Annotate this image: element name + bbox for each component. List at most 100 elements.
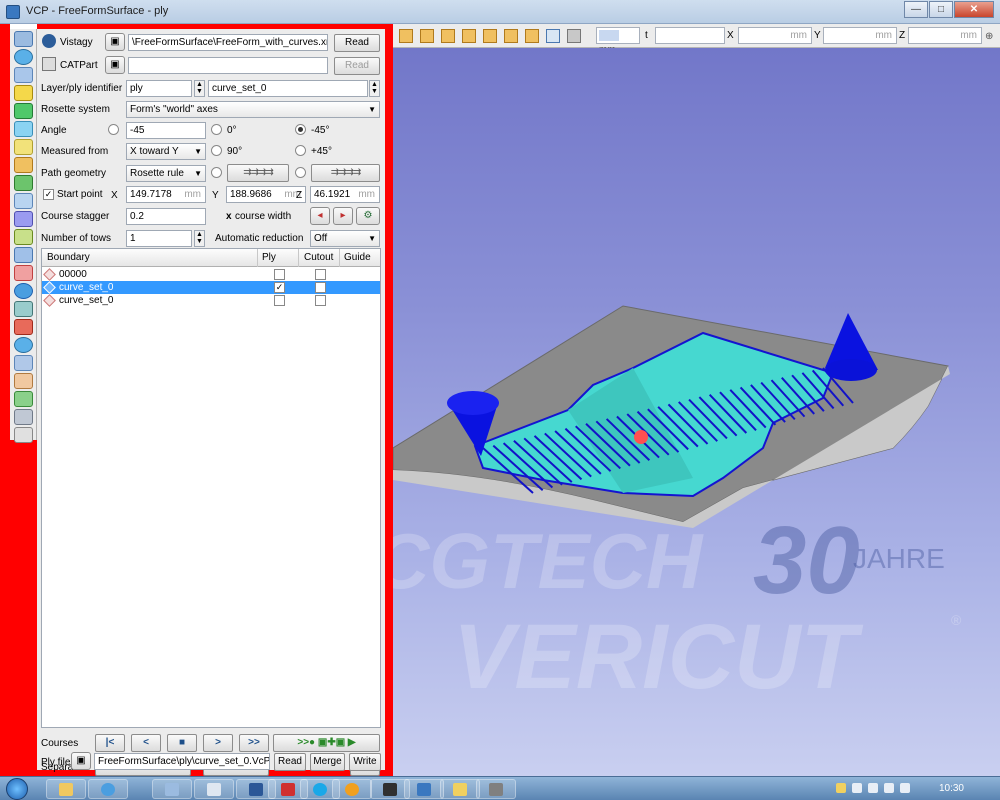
measured-select[interactable]: X toward Y ▼ [126,143,206,160]
vistagy-read-button[interactable]: Read [334,34,380,52]
validate-icon[interactable] [14,391,33,407]
header-boundary[interactable]: Boundary [47,252,90,263]
lamp-icon[interactable] [14,139,33,155]
taskbar-app3[interactable] [332,779,372,799]
maximize-button[interactable]: □ [929,1,953,18]
stop-button[interactable]: ■ [167,734,197,752]
ply-checkbox[interactable] [274,269,285,280]
device-icon[interactable] [868,783,878,793]
path-option-a-button[interactable]: ⇉⇉⇉⇉ [227,164,289,182]
plyfile-browse-button[interactable]: ▣ [71,752,91,770]
angle-custom-radio[interactable] [108,124,119,135]
table-row[interactable]: 00000 [42,268,380,281]
coord-x-field[interactable]: mm [738,27,812,44]
palette-icon[interactable] [14,373,33,389]
header-cutout[interactable]: Cutout [304,252,333,263]
layer-spinner[interactable]: ▲ ▼ [194,80,205,97]
vistagy-browse-button[interactable]: ▣ [105,33,125,51]
curve-set-spinner[interactable]: ▲ ▼ [369,80,380,97]
header-guide[interactable]: Guide [344,252,371,263]
catpart-read-button[interactable]: Read [334,57,380,75]
path-option-a-radio[interactable] [211,167,222,178]
prev-start-icon[interactable]: ◂ [310,207,330,225]
angle-0-radio[interactable] [211,124,222,135]
network-icon[interactable] [884,783,894,793]
start-button[interactable] [6,778,28,800]
coord-y-field[interactable]: mm [823,27,897,44]
document-icon[interactable] [14,409,33,425]
catpart-path-field[interactable] [128,57,328,74]
cutout-checkbox[interactable] [315,295,326,306]
ply-checkbox[interactable]: ✓ [274,282,285,293]
view-back-icon[interactable] [420,29,434,43]
start-x-field[interactable]: 149.7178 mm [126,186,206,203]
tool-icon[interactable] [14,229,33,245]
auto-reduction-select[interactable]: Off ▼ [310,230,380,247]
last-course-button[interactable]: >> [239,734,269,752]
volume-icon[interactable] [900,783,910,793]
layer-icon[interactable] [14,121,33,137]
start-point-checkbox[interactable]: ✓ [43,189,54,200]
catpart-browse-button[interactable]: ▣ [105,56,125,74]
machine-head-icon[interactable]: ⚙ [356,207,380,225]
taskbar-explorer[interactable] [46,779,86,799]
cutout-checkbox[interactable] [315,282,326,293]
header-ply[interactable]: Ply [262,252,276,263]
view-front-icon[interactable] [399,29,413,43]
view-icon[interactable] [14,67,33,83]
earth-icon[interactable] [14,283,33,299]
drop-icon[interactable] [14,319,33,335]
angle-pos45-radio[interactable] [295,145,306,156]
machine-icon[interactable] [14,301,33,317]
tows-spinner[interactable]: ▲ ▼ [194,230,205,247]
books-icon[interactable] [14,157,33,173]
prev-course-button[interactable]: < [131,734,161,752]
3d-viewport[interactable]: CGTECH VERICUT 30 JAHRE ® [393,48,1000,776]
first-course-button[interactable]: |< [95,734,125,752]
start-y-field[interactable]: 188.9686 mm [226,186,306,203]
network-icon[interactable] [14,337,33,353]
tray-icon[interactable] [836,783,846,793]
coord-z-field[interactable]: mm [908,27,982,44]
taskbar-app5[interactable] [440,779,480,799]
table-row[interactable]: curve_set_0 [42,294,380,307]
pin-icon[interactable]: ⊕ [985,31,993,42]
next-start-icon[interactable]: ▸ [333,207,353,225]
view-top-icon[interactable] [483,29,497,43]
angle-90-radio[interactable] [211,145,222,156]
generate-save-button[interactable]: >>● ▣✚▣ ▶ [273,734,380,752]
fit-view-icon[interactable] [546,29,560,43]
start-z-field[interactable]: 46.1921 mm [310,186,380,203]
tows-field[interactable]: 1 [126,230,192,247]
view-right-icon[interactable] [462,29,476,43]
undo-icon[interactable] [14,427,33,443]
layer-field[interactable]: ply [126,80,192,97]
open-folder-icon[interactable] [14,31,33,47]
taskbar-ie[interactable] [88,779,128,799]
path-option-b-radio[interactable] [295,167,306,178]
cutout-checkbox[interactable] [315,269,326,280]
plyfile-write-button[interactable]: Write [349,753,381,771]
path-select[interactable]: Rosette rule ▼ [126,165,206,182]
print-icon[interactable] [567,29,581,43]
split-icon[interactable] [14,355,33,371]
view-iso-icon[interactable] [525,29,539,43]
close-button[interactable]: ✕ [954,1,994,18]
add-icon[interactable] [14,175,33,191]
taskbar-app4[interactable] [404,779,444,799]
pin-icon[interactable] [14,211,33,227]
plyfile-merge-button[interactable]: Merge [310,753,345,771]
angle-neg45-radio[interactable] [295,124,306,135]
taskbar-app6[interactable] [476,779,516,799]
view-left-icon[interactable] [441,29,455,43]
flag-icon[interactable] [852,783,862,793]
globe-icon[interactable] [14,49,33,65]
view-bottom-icon[interactable] [504,29,518,43]
ply-icon[interactable] [14,85,33,101]
ply-checkbox[interactable] [274,295,285,306]
path-option-b-button[interactable]: ⇉⇉⇉⇉ [311,164,380,182]
angle-field[interactable]: -45 [126,122,206,139]
minimize-button[interactable]: — [904,1,928,18]
plyfile-read-button[interactable]: Read [274,753,306,771]
probe-icon[interactable] [14,265,33,281]
